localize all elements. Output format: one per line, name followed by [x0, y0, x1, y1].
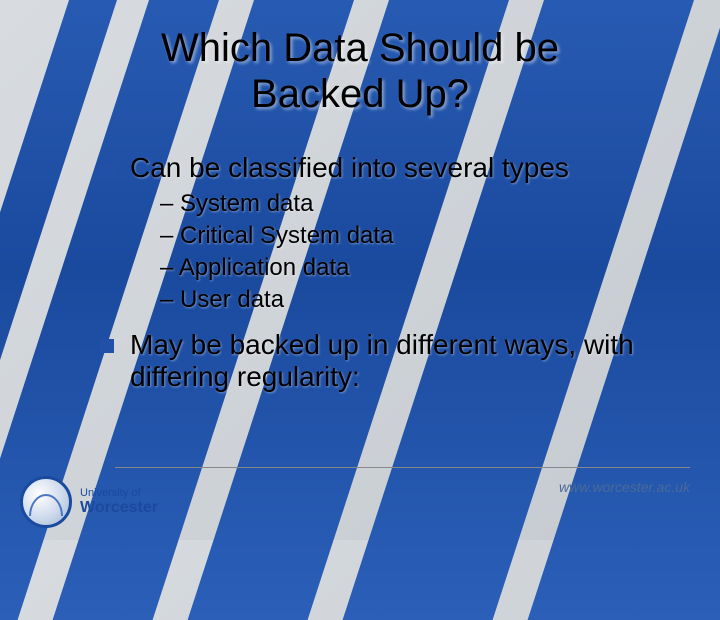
logo-university-of: University of — [80, 487, 158, 499]
logo-text: University of Worcester — [80, 487, 158, 517]
bullet-list: Can be classified into several types – S… — [60, 152, 660, 393]
footer-url: www.worcester.ac.uk — [559, 479, 690, 495]
slide-footer: University of Worcester www.worcester.ac… — [0, 455, 720, 540]
title-line-1: Which Data Should be — [161, 26, 559, 70]
footer-divider — [115, 467, 690, 468]
bullet-2: May be backed up in different ways, with… — [100, 329, 660, 393]
sub-bullet-1: – System data — [160, 190, 660, 218]
slide-title: Which Data Should be Backed Up? — [60, 25, 660, 117]
slide-content: Which Data Should be Backed Up? Can be c… — [0, 0, 720, 393]
bullet-1-text: Can be classified into several types — [130, 152, 569, 183]
sub-bullet-2: – Critical System data — [160, 222, 660, 250]
bullet-1: Can be classified into several types – S… — [100, 152, 660, 314]
sub-bullet-3: – Application data — [160, 254, 660, 282]
title-line-2: Backed Up? — [251, 72, 469, 116]
bullet-2-text: May be backed up in different ways, with… — [130, 329, 634, 392]
sub-bullet-list: – System data – Critical System data – A… — [130, 190, 660, 314]
logo-icon — [20, 476, 72, 528]
university-logo: University of Worcester — [20, 476, 158, 528]
sub-bullet-4: – User data — [160, 286, 660, 314]
logo-worcester: Worcester — [80, 499, 158, 517]
